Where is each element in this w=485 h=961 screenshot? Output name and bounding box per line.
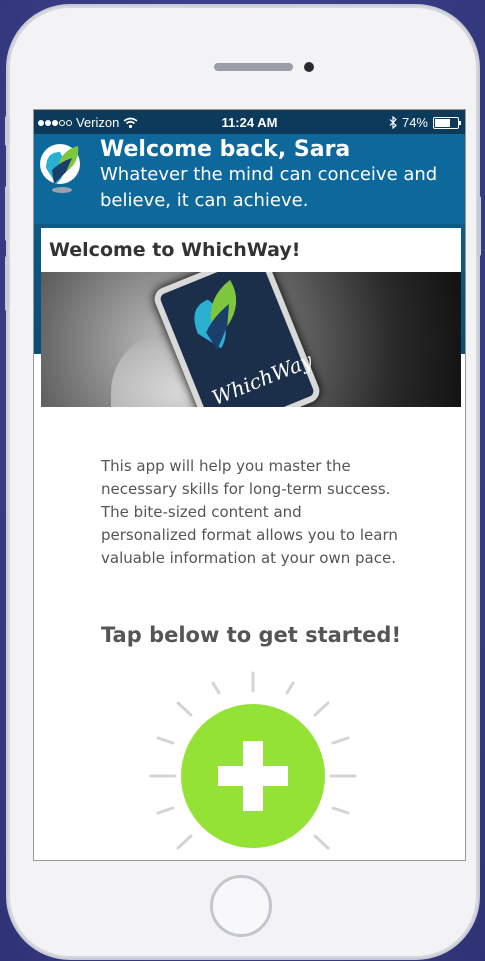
status-right: 74% [389,115,461,130]
battery-icon [433,116,461,129]
app-screen: Verizon 11:24 AM 74% Welcome back, Sara … [33,109,466,861]
volume-up-button [5,186,9,241]
card-title: Welcome to WhichWay! [49,239,301,261]
mute-switch [5,116,9,146]
front-camera [304,62,314,72]
speaker-grille [214,63,293,71]
bluetooth-icon [389,116,397,129]
hero-logo-icon [194,279,237,350]
plus-icon[interactable] [143,663,363,861]
power-button [477,196,481,256]
welcome-quote: Whatever the mind can conceive and belie… [100,164,438,211]
welcome-card: Welcome to WhichWay! WhichWay This app w… [41,228,461,861]
whichway-logo-icon [40,144,80,193]
status-bar: Verizon 11:24 AM 74% [34,110,465,134]
welcome-title: Welcome back, Sara [100,137,351,162]
card-description: This app will help you master the necess… [101,457,398,567]
cta-text: Tap below to get started! [100,623,402,647]
home-button[interactable] [210,875,272,937]
hero-image: WhichWay [41,272,461,407]
battery-percent: 74% [401,115,428,130]
get-started-button[interactable] [143,663,363,861]
volume-down-button [5,256,9,311]
